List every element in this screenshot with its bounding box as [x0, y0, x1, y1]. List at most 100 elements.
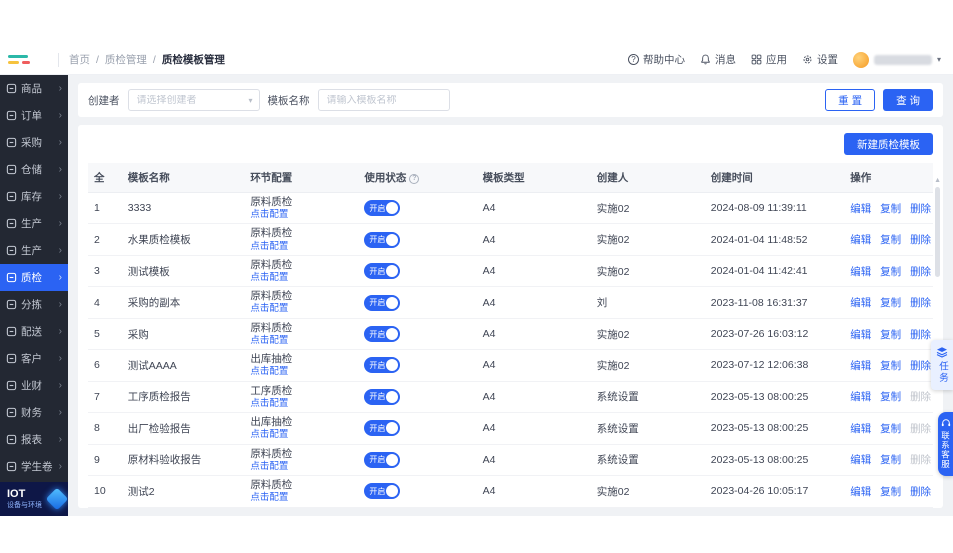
edit-link-2[interactable]: 编辑 — [850, 266, 871, 278]
sidebar-item-9[interactable]: 配送 › — [0, 318, 68, 345]
sidebar-item-2[interactable]: 采购 › — [0, 129, 68, 156]
configure-link-9[interactable]: 点击配置 — [250, 492, 288, 503]
edit-link-8[interactable]: 编辑 — [850, 454, 871, 466]
column-operations: 操作 — [844, 163, 933, 193]
scrollbar-up-arrow[interactable]: ▲ — [934, 177, 941, 184]
configure-link-1[interactable]: 点击配置 — [250, 241, 288, 252]
configure-link-3[interactable]: 点击配置 — [250, 303, 288, 314]
configure-link-8[interactable]: 点击配置 — [250, 461, 288, 472]
delete-link-8[interactable]: 删除 — [910, 454, 931, 466]
configure-link-5[interactable]: 点击配置 — [250, 366, 288, 377]
delete-link-7[interactable]: 删除 — [910, 423, 931, 435]
column-select[interactable]: 全 — [88, 163, 122, 193]
copy-link-4[interactable]: 复制 — [880, 329, 901, 341]
copy-link-7[interactable]: 复制 — [880, 423, 901, 435]
configure-link-6[interactable]: 点击配置 — [250, 398, 288, 409]
configure-link-2[interactable]: 点击配置 — [250, 272, 288, 283]
apps-link[interactable]: 应用 — [751, 52, 787, 67]
sidebar-item-icon — [6, 83, 17, 94]
delete-link-3[interactable]: 删除 — [910, 297, 931, 309]
copy-link-0[interactable]: 复制 — [880, 203, 901, 215]
breadcrumb-home[interactable]: 首页 — [69, 52, 90, 67]
sidebar-item-5[interactable]: 生产 › — [0, 210, 68, 237]
page-title: 质检模板管理 — [162, 52, 225, 67]
messages-link[interactable]: 消息 — [700, 52, 736, 67]
sidebar-item-3[interactable]: 仓储 › — [0, 156, 68, 183]
creator-select[interactable]: ▾ — [128, 89, 260, 111]
edit-link-3[interactable]: 编辑 — [850, 297, 871, 309]
sidebar-item-0[interactable]: 商品 › — [0, 75, 68, 102]
sidebar-item-8[interactable]: 分拣 › — [0, 291, 68, 318]
sidebar-item-12[interactable]: 财务 › — [0, 399, 68, 426]
sidebar-item-11[interactable]: 业财 › — [0, 372, 68, 399]
tasks-floating-button[interactable]: 任务 — [931, 340, 953, 390]
status-toggle-6[interactable]: 开启 — [364, 389, 400, 405]
delete-link-9[interactable]: 删除 — [910, 486, 931, 498]
copy-link-9[interactable]: 复制 — [880, 486, 901, 498]
sidebar-item-6[interactable]: 生产 › — [0, 237, 68, 264]
status-toggle-4[interactable]: 开启 — [364, 326, 400, 342]
sidebar-item-13[interactable]: 报表 › — [0, 426, 68, 453]
copy-link-8[interactable]: 复制 — [880, 454, 901, 466]
divider — [58, 53, 59, 67]
edit-link-5[interactable]: 编辑 — [850, 360, 871, 372]
sidebar-item-7[interactable]: 质检 › — [0, 264, 68, 291]
template-name-input[interactable] — [327, 95, 441, 106]
breadcrumb-qc-management[interactable]: 质检管理 — [105, 52, 147, 67]
table-scrollbar[interactable] — [935, 187, 940, 277]
edit-link-4[interactable]: 编辑 — [850, 329, 871, 341]
sidebar-item-1[interactable]: 订单 › — [0, 102, 68, 129]
info-icon[interactable] — [409, 174, 419, 184]
sidebar-item-4[interactable]: 库存 › — [0, 183, 68, 210]
help-center-link[interactable]: 帮助中心 — [628, 52, 685, 67]
app-logo[interactable] — [8, 55, 48, 64]
configure-link-4[interactable]: 点击配置 — [250, 335, 288, 346]
edit-link-6[interactable]: 编辑 — [850, 391, 871, 403]
copy-link-2[interactable]: 复制 — [880, 266, 901, 278]
template-type-cell: A4 — [477, 476, 591, 507]
delete-link-4[interactable]: 删除 — [910, 329, 931, 341]
stage-config-cell: 原料质检 点击配置 — [244, 287, 358, 318]
creator-cell: 实施02 — [591, 350, 705, 381]
delete-link-1[interactable]: 删除 — [910, 234, 931, 246]
user-menu[interactable]: ▾ — [853, 52, 941, 68]
edit-link-1[interactable]: 编辑 — [850, 234, 871, 246]
search-button[interactable]: 查 询 — [883, 89, 933, 111]
copy-link-1[interactable]: 复制 — [880, 234, 901, 246]
status-toggle-3[interactable]: 开启 — [364, 295, 400, 311]
settings-link[interactable]: 设置 — [802, 52, 838, 67]
delete-link-6[interactable]: 删除 — [910, 391, 931, 403]
configure-link-7[interactable]: 点击配置 — [250, 429, 288, 440]
template-name-field[interactable] — [318, 89, 450, 111]
breadcrumb-separator: / — [153, 54, 156, 66]
created-time-cell: 2024-08-09 11:39:11 — [705, 193, 844, 224]
status-toggle-9[interactable]: 开启 — [364, 483, 400, 499]
status-cell: 开启 — [358, 255, 476, 286]
sidebar-item-14[interactable]: 学生卷 › — [0, 453, 68, 480]
sidebar-item-10[interactable]: 客户 › — [0, 345, 68, 372]
edit-link-0[interactable]: 编辑 — [850, 203, 871, 215]
copy-link-6[interactable]: 复制 — [880, 391, 901, 403]
status-toggle-2[interactable]: 开启 — [364, 263, 400, 279]
status-toggle-7[interactable]: 开启 — [364, 420, 400, 436]
headset-icon — [941, 418, 951, 428]
template-name-cell: 出厂检验报告 — [122, 413, 245, 444]
edit-link-7[interactable]: 编辑 — [850, 423, 871, 435]
delete-link-5[interactable]: 删除 — [910, 360, 931, 372]
status-toggle-5[interactable]: 开启 — [364, 357, 400, 373]
delete-link-2[interactable]: 删除 — [910, 266, 931, 278]
status-toggle-1[interactable]: 开启 — [364, 232, 400, 248]
edit-link-9[interactable]: 编辑 — [850, 486, 871, 498]
creator-select-input[interactable] — [137, 95, 251, 106]
customer-support-button[interactable]: 联系客服 — [938, 412, 953, 476]
reset-button[interactable]: 重 置 — [825, 89, 875, 111]
copy-link-5[interactable]: 复制 — [880, 360, 901, 372]
status-toggle-8[interactable]: 开启 — [364, 452, 400, 468]
new-template-button[interactable]: 新建质检模板 — [844, 133, 933, 155]
copy-link-3[interactable]: 复制 — [880, 297, 901, 309]
template-type-cell: A4 — [477, 193, 591, 224]
configure-link-0[interactable]: 点击配置 — [250, 209, 288, 220]
status-toggle-0[interactable]: 开启 — [364, 200, 400, 216]
delete-link-0[interactable]: 删除 — [910, 203, 931, 215]
toggle-knob — [386, 202, 398, 214]
